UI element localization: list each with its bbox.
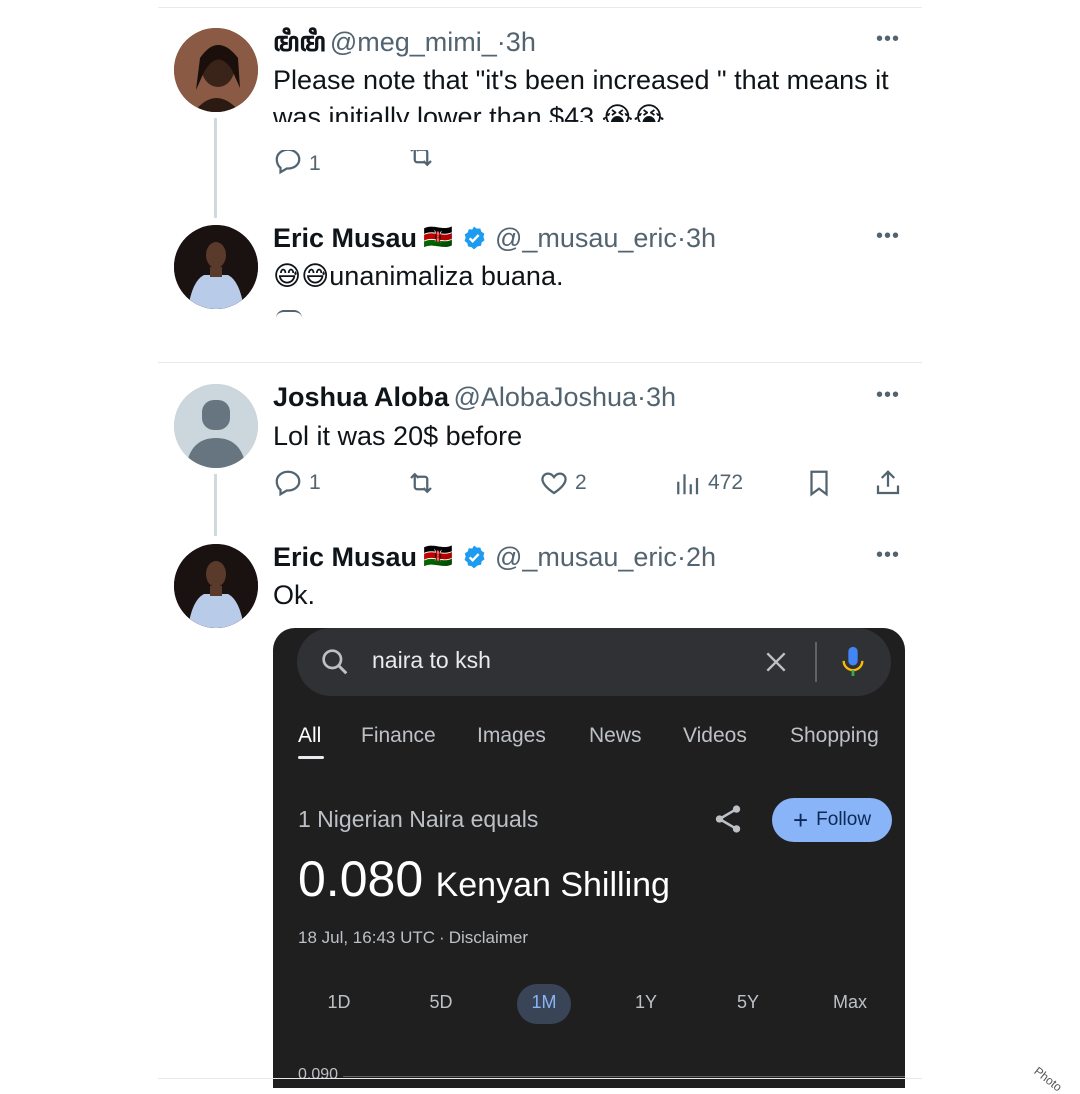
more-options-icon[interactable]: ••• — [876, 384, 900, 407]
tab-shopping[interactable]: Shopping — [790, 724, 879, 748]
reply-button[interactable]: 1 — [273, 468, 321, 498]
tweet-time[interactable]: 3h — [686, 222, 716, 254]
thread-divider — [158, 362, 922, 363]
tweet-time[interactable]: 3h — [506, 27, 536, 57]
user-handle[interactable]: @AlobaJoshua — [453, 382, 637, 412]
range-1m[interactable]: 1M — [514, 992, 574, 1013]
rate-timestamp: 18 Jul, 16:43 UTC — [298, 928, 436, 947]
avatar[interactable] — [174, 384, 258, 468]
bottom-divider — [158, 1078, 922, 1079]
rate-value: 0.080 — [298, 851, 424, 907]
active-tab-underline — [298, 756, 324, 759]
thread-line — [214, 474, 217, 536]
search-divider — [815, 642, 817, 682]
follow-button[interactable]: + Follow — [772, 798, 892, 842]
dot-separator: · — [439, 928, 445, 947]
more-options-icon[interactable]: ••• — [876, 28, 900, 51]
more-options-icon[interactable]: ••• — [876, 544, 900, 567]
tab-images[interactable]: Images — [477, 724, 546, 748]
kenya-flag-icon: 🇰🇪 — [423, 224, 453, 251]
tweet-header: Eric Musau 🇰🇪 @_musau_eric · 2h — [273, 541, 716, 573]
rate-display: 0.080 Kenyan Shilling — [298, 850, 670, 908]
dot-separator: · — [496, 27, 506, 57]
range-1y[interactable]: 1Y — [616, 992, 676, 1013]
avatar[interactable] — [174, 544, 258, 628]
reply-count: 1 — [309, 152, 321, 175]
range-5y[interactable]: 5Y — [718, 992, 778, 1013]
verified-badge-icon — [464, 545, 485, 569]
user-name[interactable]: Joshua Aloba — [273, 382, 449, 412]
retweet-button[interactable] — [406, 468, 436, 498]
share-icon[interactable] — [711, 802, 745, 836]
retweet-button[interactable] — [406, 150, 436, 176]
rate-timestamp-line: 18 Jul, 16:43 UTC · Disclaimer — [298, 928, 528, 948]
partial-reply-icon — [276, 310, 302, 318]
dot-separator: · — [676, 542, 686, 572]
avatar[interactable] — [174, 28, 258, 112]
clear-icon[interactable] — [763, 649, 789, 675]
user-handle[interactable]: @_musau_eric — [495, 222, 677, 254]
more-options-icon[interactable]: ••• — [876, 225, 900, 248]
top-divider — [158, 7, 922, 8]
kenya-flag-icon: 🇰🇪 — [423, 543, 453, 570]
verified-badge-icon — [464, 226, 485, 250]
bookmark-button[interactable] — [804, 468, 834, 498]
share-icon — [876, 470, 900, 495]
dot-separator: · — [676, 223, 686, 253]
plus-icon: + — [792, 805, 809, 835]
bookmark-icon — [810, 470, 828, 497]
tweet-header: ꦩꦶꦩꦶ @meg_mimi_·3h — [273, 26, 536, 63]
range-max[interactable]: Max — [820, 992, 880, 1013]
user-name[interactable]: ꦩꦶꦩꦶ — [273, 27, 325, 57]
follow-label: Follow — [816, 809, 872, 830]
heart-icon — [541, 472, 567, 495]
tweet-text: Lol it was 20$ before — [273, 421, 523, 451]
range-1d[interactable]: 1D — [309, 992, 369, 1013]
watermark: Photo — [1031, 1064, 1065, 1094]
search-bar[interactable]: naira to ksh — [297, 628, 891, 696]
range-5d[interactable]: 5D — [411, 992, 471, 1013]
tweet-time[interactable]: 3h — [646, 382, 676, 412]
user-name[interactable]: Eric Musau — [273, 222, 417, 254]
tweet-time[interactable]: 2h — [686, 541, 716, 573]
tab-videos[interactable]: Videos — [683, 724, 747, 748]
search-query[interactable]: naira to ksh — [372, 647, 491, 674]
tab-all[interactable]: All — [298, 724, 321, 748]
disclaimer-link[interactable]: Disclaimer — [449, 928, 528, 947]
bar-chart-icon — [677, 474, 699, 495]
user-handle[interactable]: @_musau_eric — [495, 541, 677, 573]
chart-gridline — [343, 1076, 905, 1077]
share-button[interactable] — [873, 468, 903, 498]
attached-image[interactable]: naira to ksh All Finance Images News Vid… — [273, 628, 905, 1088]
microphone-icon[interactable] — [839, 644, 867, 680]
tweet-text: 😅😅unanimaliza buana. — [273, 261, 564, 291]
search-icon — [322, 649, 348, 675]
chart-axis-label: 0.090 — [298, 1066, 339, 1083]
reply-count: 1 — [309, 471, 321, 494]
tweet-text: Ok. — [273, 580, 316, 610]
tab-finance[interactable]: Finance — [361, 724, 436, 748]
like-button[interactable]: 2 — [539, 468, 587, 498]
views-button[interactable]: 472 — [672, 468, 743, 498]
tweet-header: Eric Musau 🇰🇪 @_musau_eric · 3h — [273, 222, 716, 254]
reply-icon — [275, 150, 301, 175]
view-count: 472 — [708, 471, 744, 494]
user-handle[interactable]: @meg_mimi_ — [330, 27, 497, 57]
reply-icon — [275, 470, 301, 497]
user-name[interactable]: Eric Musau — [273, 541, 417, 573]
retweet-icon — [410, 150, 432, 167]
tweet-header: Joshua Aloba @AlobaJoshua·3h — [273, 381, 676, 418]
rate-currency: Kenyan Shilling — [435, 866, 670, 904]
tweet-text: Please note that "it's been increased " … — [273, 65, 889, 122]
tab-news[interactable]: News — [589, 724, 642, 748]
thread-line — [214, 118, 217, 218]
like-count: 2 — [575, 471, 587, 494]
dot-separator: · — [637, 382, 647, 412]
avatar[interactable] — [174, 225, 258, 309]
reply-button[interactable]: 1 — [273, 150, 321, 176]
conversion-label: 1 Nigerian Naira equals — [298, 806, 539, 832]
retweet-icon — [410, 472, 432, 494]
